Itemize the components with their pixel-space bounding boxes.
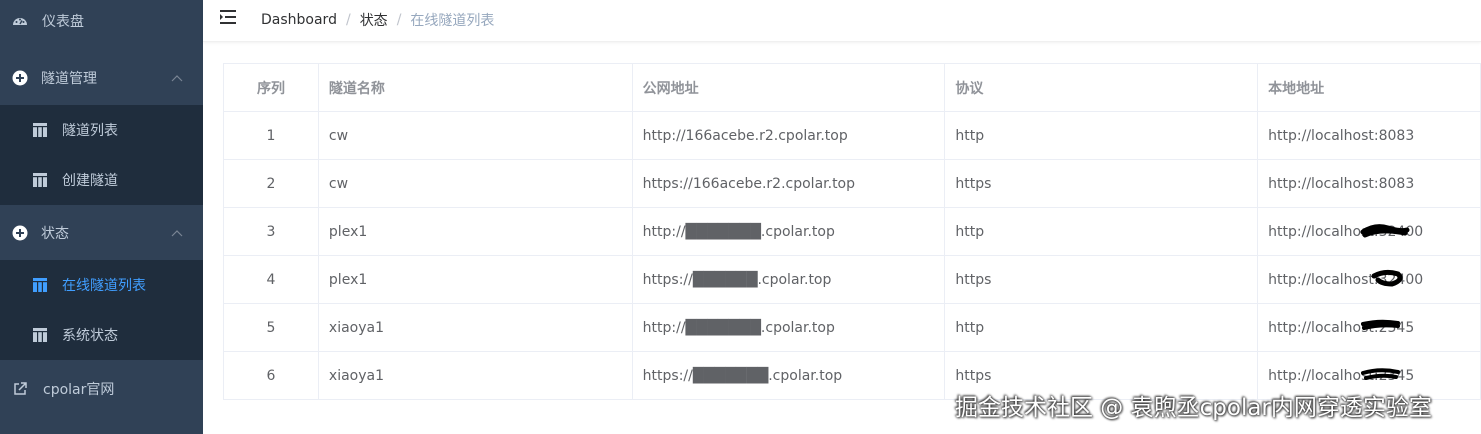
cell-local-address: http://localhost:32400	[1258, 208, 1481, 255]
cell-public-url: https://166acebe.r2.cpolar.top	[633, 160, 946, 207]
sidebar-item-label: 隧道列表	[62, 123, 118, 139]
sidebar-item-online-tunnels[interactable]: 在线隧道列表	[0, 260, 203, 310]
sidebar-item-tunnel-management[interactable]: 隧道管理	[0, 52, 203, 104]
cell-protocol: http	[945, 304, 1259, 351]
grid-icon	[33, 123, 47, 137]
watermark: 掘金技术社区 @ 袁煦丞cpolar内网穿透实验室	[955, 395, 1432, 421]
sidebar-item-status[interactable]: 状态	[0, 207, 203, 259]
cell-index: 2	[224, 160, 319, 207]
cell-protocol: http	[945, 112, 1259, 159]
breadcrumb-current: 在线隧道列表	[410, 13, 495, 29]
cell-public-url: http://███████.cpolar.top	[633, 208, 946, 255]
grid-icon	[33, 328, 47, 342]
sidebar-item-label: 状态	[41, 226, 69, 242]
cell-public-url: https://██████.cpolar.top	[633, 256, 946, 303]
cell-local-address: http://localhost:8083	[1258, 112, 1481, 159]
table-row: 5 xiaoya1 http://███████.cpolar.top http…	[224, 304, 1481, 352]
cell-protocol: http	[945, 208, 1259, 255]
breadcrumb-separator: /	[345, 12, 351, 28]
dashboard-icon	[13, 18, 27, 25]
column-header-public-url: 公网地址	[633, 64, 946, 111]
table-row: 3 plex1 http://███████.cpolar.top http h…	[224, 208, 1481, 256]
sidebar-item-create-tunnel[interactable]: 创建隧道	[0, 155, 203, 205]
cell-protocol: https	[945, 256, 1259, 303]
cell-index: 1	[224, 112, 319, 159]
cell-local-address: http://localhost:32400	[1258, 256, 1481, 303]
cell-local-address: http://localhost:8083	[1258, 160, 1481, 207]
cell-tunnel-name: plex1	[319, 208, 633, 255]
column-header-index: 序列	[224, 64, 319, 111]
table-header-row: 序列 隧道名称 公网地址 协议 本地地址	[224, 64, 1481, 112]
breadcrumb-status: 状态	[359, 13, 388, 29]
column-header-local-address: 本地地址	[1258, 64, 1481, 111]
grid-icon	[33, 278, 47, 292]
breadcrumb-dashboard[interactable]: Dashboard	[261, 12, 337, 28]
cell-tunnel-name: plex1	[319, 256, 633, 303]
plus-circle-icon	[12, 225, 28, 241]
chevron-up-icon	[171, 75, 183, 82]
cell-public-url: http://███████.cpolar.top	[633, 304, 946, 351]
cell-tunnel-name: cw	[319, 160, 633, 207]
cell-index: 6	[224, 352, 319, 399]
plus-circle-icon	[12, 70, 28, 86]
table-row: 1 cw http://166acebe.r2.cpolar.top http …	[224, 112, 1481, 160]
cell-index: 4	[224, 256, 319, 303]
chevron-up-icon	[171, 230, 183, 237]
breadcrumb: Dashboard / 状态 / 在线隧道列表	[261, 10, 494, 30]
cell-local-address: http://localhost:2345	[1258, 304, 1481, 351]
sidebar-item-cpolar-website[interactable]: cpolar官网	[0, 363, 203, 415]
column-header-protocol: 协议	[945, 64, 1259, 111]
sidebar-item-label: cpolar官网	[43, 382, 115, 398]
table-row: 4 plex1 https://██████.cpolar.top https …	[224, 256, 1481, 304]
sidebar-item-label: 在线隧道列表	[62, 278, 146, 294]
grid-icon	[33, 173, 47, 187]
table-row: 2 cw https://166acebe.r2.cpolar.top http…	[224, 160, 1481, 208]
cell-tunnel-name: xiaoya1	[319, 352, 633, 399]
sidebar-item-system-status[interactable]: 系统状态	[0, 310, 203, 360]
column-header-tunnel-name: 隧道名称	[319, 64, 633, 111]
hamburger-menu-icon[interactable]	[220, 9, 238, 25]
external-link-icon	[14, 382, 27, 395]
cell-index: 5	[224, 304, 319, 351]
sidebar-item-label: 系统状态	[62, 328, 118, 344]
breadcrumb-separator: /	[396, 12, 402, 28]
sidebar-item-label: 创建隧道	[62, 173, 118, 189]
sidebar: 仪表盘 隧道管理 隧道列表 创建隧道 状态 在线隧道列表 系统状态 cpolar…	[0, 0, 203, 434]
sidebar-item-label: 隧道管理	[41, 71, 97, 87]
cell-index: 3	[224, 208, 319, 255]
online-tunnels-table: 序列 隧道名称 公网地址 协议 本地地址 1 cw http://166aceb…	[223, 63, 1481, 400]
top-navbar: Dashboard / 状态 / 在线隧道列表	[203, 0, 1481, 42]
cell-public-url: http://166acebe.r2.cpolar.top	[633, 112, 946, 159]
cell-tunnel-name: cw	[319, 112, 633, 159]
sidebar-item-dashboard[interactable]: 仪表盘	[0, 0, 203, 47]
cell-protocol: https	[945, 160, 1259, 207]
cell-tunnel-name: xiaoya1	[319, 304, 633, 351]
sidebar-item-tunnel-list[interactable]: 隧道列表	[0, 105, 203, 155]
sidebar-item-label: 仪表盘	[42, 14, 84, 30]
cell-public-url: https://███████.cpolar.top	[633, 352, 946, 399]
